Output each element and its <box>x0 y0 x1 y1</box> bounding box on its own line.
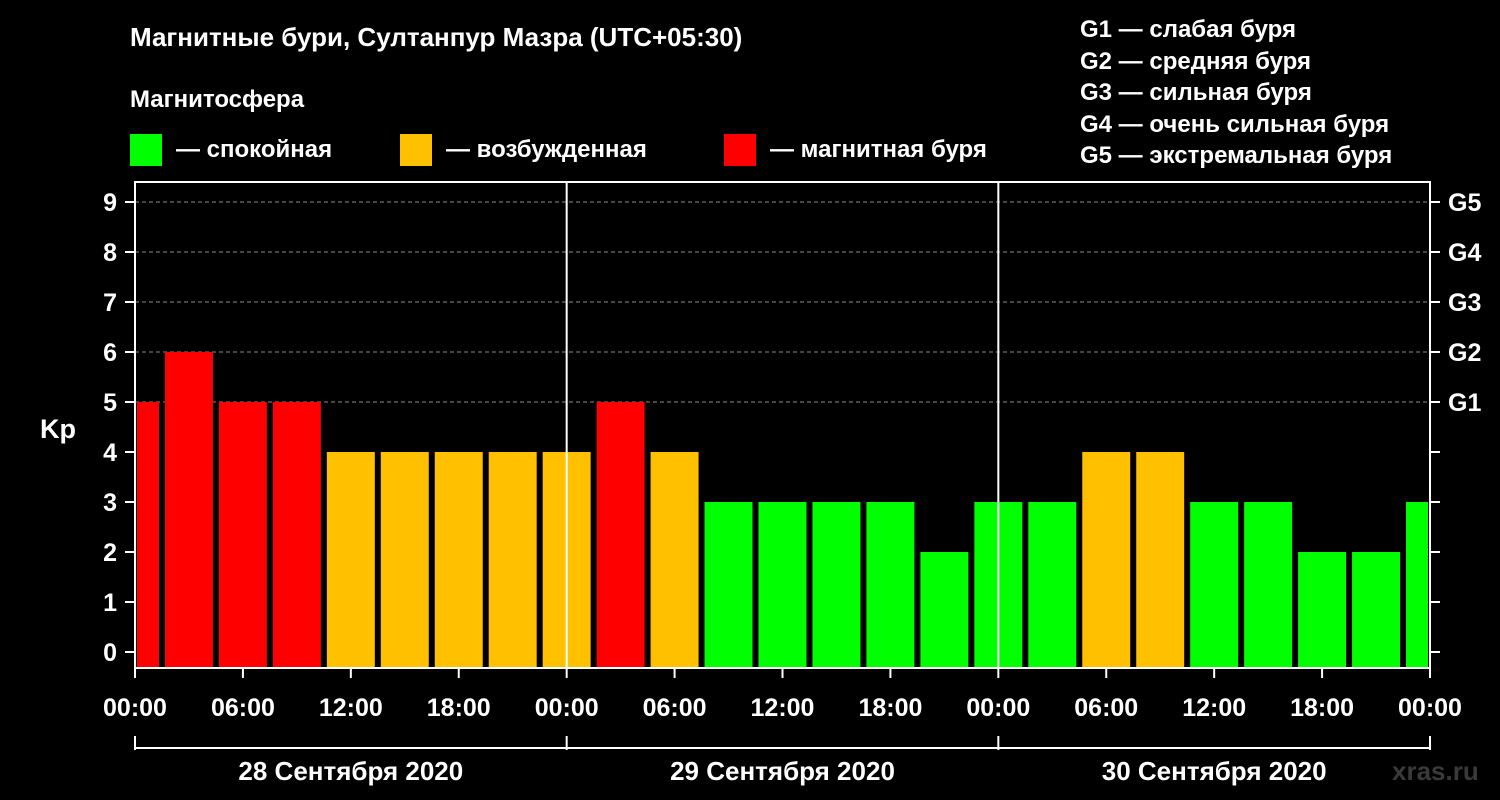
g-level-label: G5 <box>1448 189 1481 217</box>
kp-bar <box>1298 552 1347 668</box>
x-tick-label: 06:00 <box>211 694 275 722</box>
kp-bar <box>434 452 483 668</box>
kp-bar <box>218 402 267 668</box>
y-tick-label: 6 <box>103 339 117 367</box>
y-tick-label: 9 <box>103 189 117 217</box>
x-tick-label: 18:00 <box>858 694 922 722</box>
x-tick-label: 00:00 <box>1398 694 1462 722</box>
kp-bar <box>866 502 915 668</box>
y-tick-label: 2 <box>103 539 117 567</box>
kp-bar <box>1028 502 1077 668</box>
x-tick-label: 12:00 <box>1182 694 1246 722</box>
kp-bar <box>758 502 807 668</box>
y-tick-label: 7 <box>103 289 117 317</box>
g-level-label: G3 <box>1448 289 1481 317</box>
watermark: xras.ru <box>1392 756 1479 786</box>
y-tick-label: 0 <box>103 639 117 667</box>
kp-bar <box>1352 552 1401 668</box>
x-tick-label: 12:00 <box>319 694 383 722</box>
g-level-label: G2 <box>1448 339 1481 367</box>
y-tick-label: 3 <box>103 489 117 517</box>
kp-bar <box>272 402 321 668</box>
x-tick-label: 18:00 <box>1290 694 1354 722</box>
x-tick-label: 06:00 <box>643 694 707 722</box>
date-label: 30 Сентября 2020 <box>1102 756 1327 786</box>
kp-bar <box>137 402 159 668</box>
x-tick-label: 18:00 <box>427 694 491 722</box>
g-level-label: G4 <box>1448 239 1481 267</box>
kp-bar <box>1406 502 1428 668</box>
y-tick-label: 8 <box>103 239 117 267</box>
x-tick-label: 00:00 <box>535 694 599 722</box>
kp-bar-chart: 0 1 2 3 4 5 6 7 8 9 G1 G2 G3 G4 G5 Kp 00:00 06:00 12:00 18:… <box>40 181 1481 786</box>
kp-bar <box>812 502 861 668</box>
kp-bar <box>164 352 213 668</box>
g-level-label: G1 <box>1448 389 1481 417</box>
x-tick-label: 00:00 <box>966 694 1030 722</box>
y-tick-label: 1 <box>103 589 117 617</box>
date-label: 29 Сентября 2020 <box>670 756 895 786</box>
kp-bar <box>596 402 645 668</box>
x-tick-label: 06:00 <box>1074 694 1138 722</box>
kp-bar <box>488 452 537 668</box>
y-axis-label: Kp <box>40 414 76 444</box>
kp-bar <box>650 452 699 668</box>
kp-bar <box>380 452 429 668</box>
kp-bar <box>326 452 375 668</box>
kp-bar <box>704 502 753 668</box>
kp-bar <box>1136 452 1185 668</box>
y-tick-label: 5 <box>103 389 117 417</box>
kp-bar <box>1082 452 1131 668</box>
kp-bar <box>1244 502 1293 668</box>
kp-bar <box>1190 502 1239 668</box>
date-label: 28 Сентября 2020 <box>238 756 463 786</box>
y-tick-label: 4 <box>103 439 117 467</box>
kp-bar <box>920 552 969 668</box>
x-tick-label: 12:00 <box>751 694 815 722</box>
x-tick-label: 00:00 <box>103 694 167 722</box>
